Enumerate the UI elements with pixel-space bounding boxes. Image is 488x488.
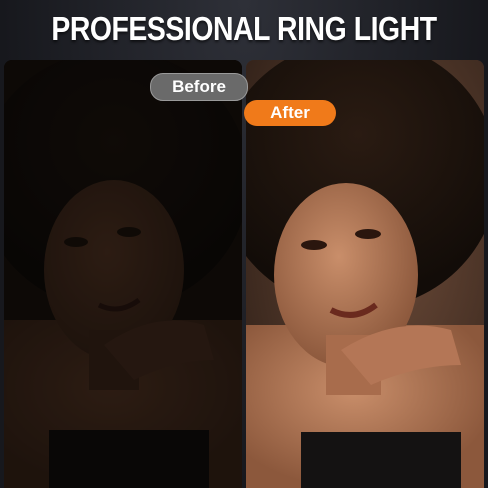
product-banner: PROFESSIONAL RING LIGHT Before After [0,0,488,488]
after-badge: After [244,100,336,126]
banner-title: PROFESSIONAL RING LIGHT [51,10,437,47]
before-photo-panel [4,60,242,488]
before-badge: Before [150,73,248,101]
before-dim-overlay [4,60,242,488]
